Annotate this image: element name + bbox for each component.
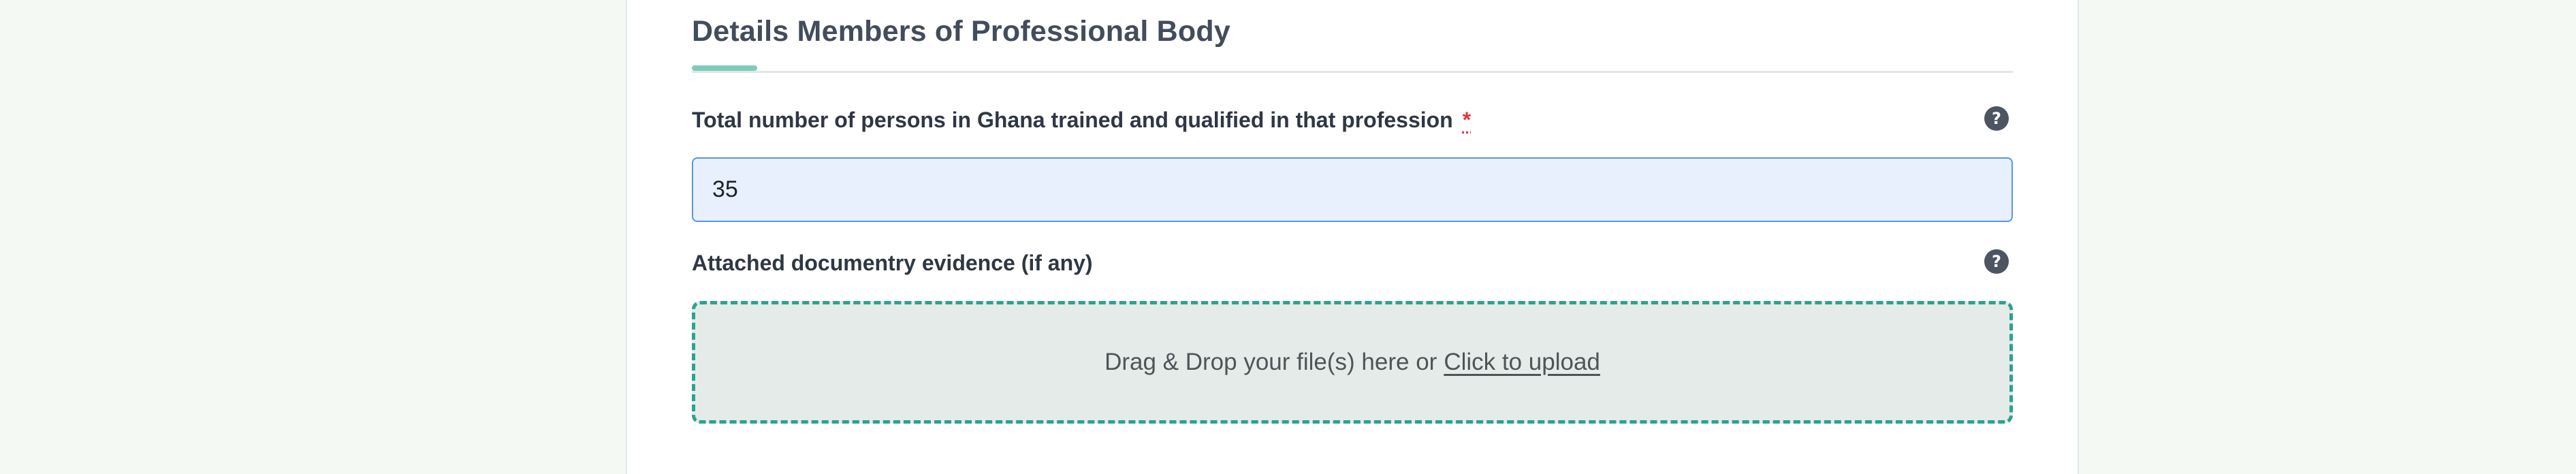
total-persons-input[interactable] xyxy=(692,157,2013,222)
section-title-accent xyxy=(692,65,757,71)
total-persons-label-text: Total number of persons in Ghana trained… xyxy=(692,108,1453,132)
file-dropzone[interactable]: Drag & Drop your file(s) here or Click t… xyxy=(692,301,2013,424)
question-circle-icon[interactable]: ? xyxy=(1984,249,2009,274)
form-card: Details Members of Professional Body Tot… xyxy=(626,0,2079,474)
question-circle-icon[interactable]: ? xyxy=(1984,106,2009,131)
dropzone-text: Drag & Drop your file(s) here or xyxy=(1104,349,1437,375)
click-to-upload-link[interactable]: Click to upload xyxy=(1444,349,1600,376)
section-divider xyxy=(692,71,2013,73)
required-marker: * xyxy=(1462,108,1472,132)
section-title: Details Members of Professional Body xyxy=(692,15,1230,48)
evidence-label: Attached documentry evidence (if any) xyxy=(692,251,1093,275)
total-persons-label: Total number of persons in Ghana trained… xyxy=(692,108,1471,133)
